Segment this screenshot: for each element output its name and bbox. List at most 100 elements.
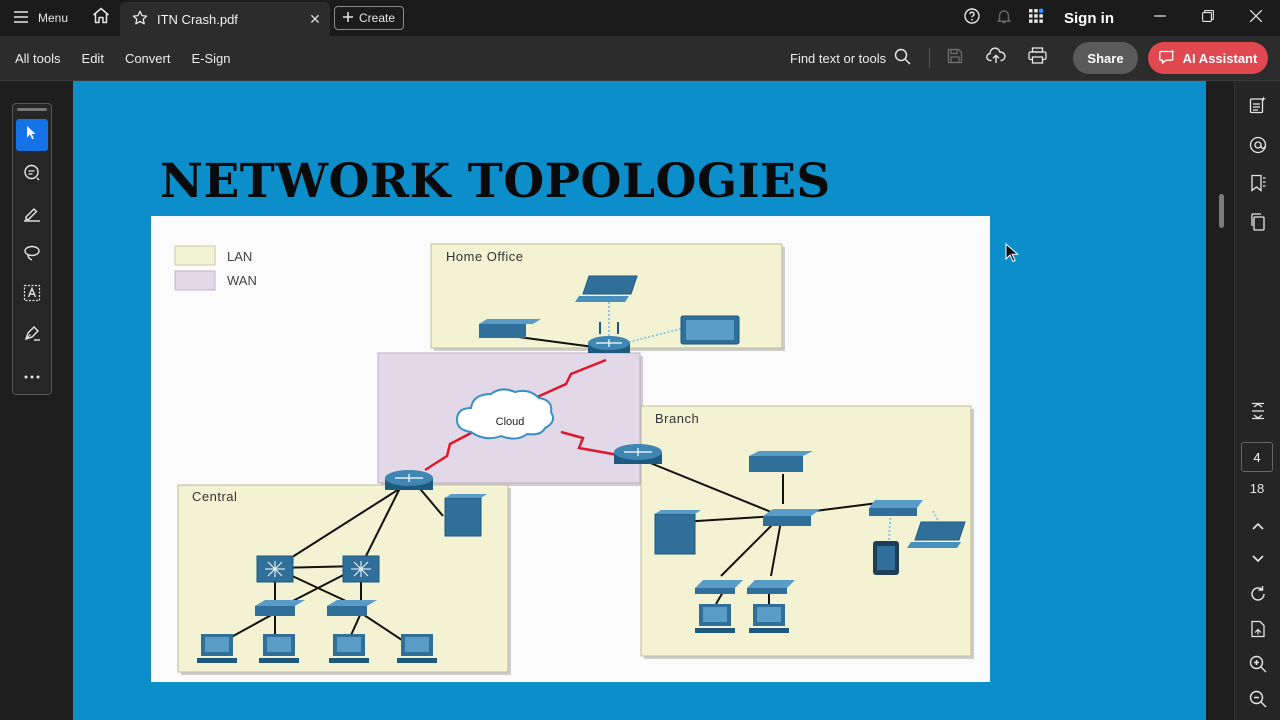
ai-assistant-label: AI Assistant — [1182, 50, 1258, 66]
legend-wan-swatch — [174, 270, 216, 291]
upload-cloud-button[interactable] — [981, 44, 1011, 72]
branch-server — [654, 510, 701, 555]
right-panel-rail: 4 18 — [1234, 81, 1280, 720]
zoom-out-button[interactable] — [1242, 685, 1274, 717]
zone-central-label: Central — [192, 489, 237, 504]
menu-button[interactable]: Menu — [0, 0, 82, 36]
quick-tools-panel — [12, 103, 52, 395]
main-toolbar: All tools Edit Convert E-Sign Find text … — [0, 36, 1280, 81]
ai-assistant-button[interactable]: AI Assistant — [1148, 42, 1268, 74]
document-export-icon — [1249, 620, 1267, 643]
legend-lan-swatch — [174, 245, 216, 266]
find-label: Find text or tools — [790, 50, 887, 66]
legend: LAN WAN — [174, 245, 257, 291]
document-sparkle-icon — [1249, 96, 1267, 119]
branch-smartphone — [873, 541, 899, 575]
left-tool-rail — [0, 81, 73, 720]
printer-icon — [1027, 47, 1047, 69]
rail-drag-handle[interactable] — [17, 108, 47, 111]
text-box-tool[interactable] — [16, 279, 48, 311]
bell-icon — [996, 8, 1012, 29]
more-horizontal-icon — [24, 366, 40, 384]
star-icon[interactable] — [132, 10, 148, 29]
fountain-pen-icon — [23, 324, 41, 347]
acrobat-window: Menu ITN Crash.pdf ✕ Create Sign in All … — [0, 0, 1280, 720]
rotate-icon — [1249, 585, 1267, 608]
chevron-down-icon — [1252, 550, 1264, 568]
extract-pages-button[interactable] — [1242, 615, 1274, 647]
restore-button[interactable] — [1184, 0, 1232, 36]
central-pc-2 — [259, 634, 299, 663]
mouse-pointer-icon — [1005, 242, 1019, 268]
router-branch — [614, 444, 662, 464]
toolbar-divider — [929, 48, 930, 68]
comment-tool[interactable] — [16, 159, 48, 191]
search-icon — [894, 48, 911, 68]
sign-tool[interactable] — [16, 319, 48, 351]
menu-e-sign[interactable]: E-Sign — [191, 51, 230, 66]
title-bar-right: Sign in — [956, 0, 1280, 36]
help-icon — [964, 7, 980, 29]
sign-in-button[interactable]: Sign in — [1064, 10, 1114, 27]
zoom-in-button[interactable] — [1242, 650, 1274, 682]
cloud-label: Cloud — [496, 416, 525, 428]
legend-wan-label: WAN — [227, 273, 257, 288]
ai-summary-button[interactable] — [1242, 91, 1274, 123]
save-button[interactable] — [940, 44, 970, 72]
home-button[interactable] — [82, 0, 120, 36]
menu-edit[interactable]: Edit — [82, 51, 104, 66]
tab-document[interactable]: ITN Crash.pdf ✕ — [120, 2, 330, 36]
create-label: Create — [358, 11, 396, 25]
minimize-button[interactable] — [1136, 0, 1184, 36]
current-page-input[interactable]: 4 — [1241, 442, 1273, 472]
more-tools-button[interactable] — [16, 359, 48, 391]
find-text-or-tools[interactable]: Find text or tools — [790, 36, 911, 80]
close-window-button[interactable] — [1232, 0, 1280, 36]
create-button[interactable]: Create — [334, 6, 404, 30]
help-button[interactable] — [956, 0, 988, 36]
menu-all-tools[interactable]: All tools — [15, 51, 61, 66]
rotate-button[interactable] — [1242, 580, 1274, 612]
ai-assistant-icon — [1158, 49, 1176, 68]
highlight-tool[interactable] — [16, 199, 48, 231]
page-thumbnails-button[interactable] — [1242, 208, 1274, 240]
comments-panel-button[interactable] — [1242, 131, 1274, 163]
next-page-button[interactable] — [1242, 543, 1274, 575]
draw-tool[interactable] — [16, 239, 48, 271]
fit-page-button[interactable] — [1242, 397, 1274, 429]
print-button[interactable] — [1022, 44, 1052, 72]
previous-page-button[interactable] — [1242, 510, 1274, 542]
pdf-page: NETWORK TOPOLOGIES LAN WAN Home Office B… — [73, 81, 1206, 720]
share-button[interactable]: Share — [1073, 42, 1138, 74]
pen-highlight-icon — [23, 204, 41, 227]
tab-close-button[interactable]: ✕ — [300, 11, 330, 28]
central-pc-1 — [197, 634, 237, 663]
apps-button[interactable] — [1020, 0, 1052, 36]
bookmark-icon — [1249, 174, 1267, 197]
home-tablet — [680, 315, 740, 345]
central-pc-3 — [329, 634, 369, 663]
notifications-button[interactable] — [988, 0, 1020, 36]
bookmarks-button[interactable] — [1242, 169, 1274, 201]
home-icon — [92, 7, 110, 29]
document-viewport[interactable]: NETWORK TOPOLOGIES LAN WAN Home Office B… — [73, 81, 1206, 720]
zone-home-office-label: Home Office — [446, 249, 524, 264]
copy-pages-icon — [1249, 212, 1267, 236]
network-topology-figure: LAN WAN Home Office Branch Central Cloud — [151, 216, 990, 682]
zoom-out-icon — [1249, 690, 1267, 713]
minimize-icon — [1154, 9, 1166, 27]
scrollbar-thumb[interactable] — [1219, 194, 1224, 228]
slide-title: NETWORK TOPOLOGIES — [160, 154, 831, 209]
vertical-scrollbar[interactable] — [1206, 81, 1234, 720]
cloud-upload-icon — [986, 47, 1006, 69]
central-multilayer-switch-2 — [342, 555, 380, 583]
select-tool[interactable] — [16, 119, 48, 151]
zoom-in-icon — [1249, 655, 1267, 678]
branch-pc-2 — [749, 604, 789, 633]
chevron-up-icon — [1252, 517, 1264, 535]
cursor-arrow-icon — [25, 125, 39, 146]
fit-height-icon — [1249, 402, 1267, 425]
apps-grid-icon — [1028, 8, 1044, 29]
menu-convert[interactable]: Convert — [125, 51, 171, 66]
menu-label: Menu — [38, 11, 69, 25]
